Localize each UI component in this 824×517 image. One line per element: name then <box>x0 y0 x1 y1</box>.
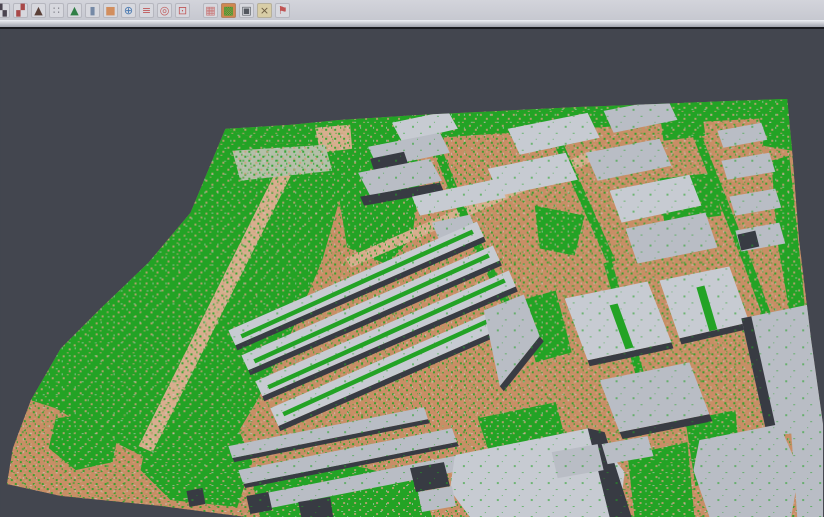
layers-icon-glyph: ▚ <box>0 3 7 18</box>
tiles-icon-glyph: ▞ <box>16 3 24 18</box>
selection-icon-glyph: ⊡ <box>178 3 187 18</box>
flag-icon-glyph: ⚑ <box>278 3 288 18</box>
target-icon[interactable]: ◎ <box>157 3 172 18</box>
clear-icon-glyph: × <box>260 3 269 18</box>
tiles-icon[interactable]: ▞ <box>13 3 28 18</box>
app-window: ▚ ▞ ▲ ∷ ▲ ▮ ■ ⊕ ≡ ◎ ⊡ ▦ ▩ ▣ × ⚑ <box>0 0 824 517</box>
toolbar-separator <box>0 20 824 29</box>
layers-icon[interactable]: ▚ <box>0 3 10 18</box>
globe-icon-glyph: ⊕ <box>124 3 133 18</box>
model-icon[interactable]: ▣ <box>239 3 254 18</box>
classification-map-icon[interactable]: ▩ <box>221 3 236 18</box>
flag-icon[interactable]: ⚑ <box>275 3 290 18</box>
target-icon-glyph: ◎ <box>160 3 170 18</box>
clear-icon[interactable]: × <box>257 3 272 18</box>
panel-icon[interactable]: ▮ <box>85 3 100 18</box>
terrain-green-icon[interactable]: ▲ <box>67 3 82 18</box>
points-icon-glyph: ∷ <box>53 3 60 18</box>
panel-icon-glyph: ▮ <box>89 3 95 18</box>
terrain-green-icon-glyph: ▲ <box>70 3 78 18</box>
grid-icon-glyph: ▦ <box>205 3 215 18</box>
points-icon[interactable]: ∷ <box>49 3 64 18</box>
terrain-dark-icon[interactable]: ▲ <box>31 3 46 18</box>
toolbar: ▚ ▞ ▲ ∷ ▲ ▮ ■ ⊕ ≡ ◎ ⊡ ▦ ▩ ▣ × ⚑ <box>0 0 824 20</box>
grid-icon[interactable]: ▦ <box>203 3 218 18</box>
classification-map-icon-glyph: ▩ <box>223 3 233 18</box>
orthophoto-icon[interactable]: ■ <box>103 3 118 18</box>
list-icon-glyph: ≡ <box>142 3 151 18</box>
selection-icon[interactable]: ⊡ <box>175 3 190 18</box>
viewport-3d-scene[interactable] <box>0 29 824 517</box>
list-icon[interactable]: ≡ <box>139 3 154 18</box>
scene-canvas[interactable] <box>0 29 824 517</box>
model-icon-glyph: ▣ <box>241 3 251 18</box>
orthophoto-icon-glyph: ■ <box>105 3 115 18</box>
terrain-dark-icon-glyph: ▲ <box>34 3 42 18</box>
globe-icon[interactable]: ⊕ <box>121 3 136 18</box>
